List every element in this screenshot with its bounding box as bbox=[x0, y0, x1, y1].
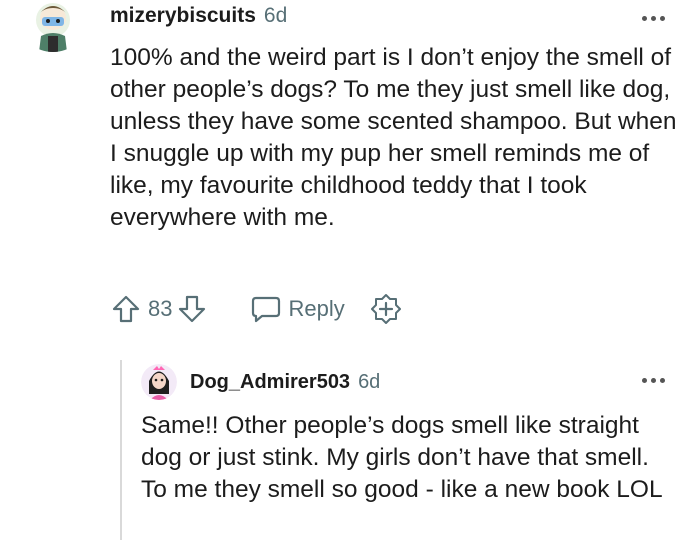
reply-more-options-icon[interactable] bbox=[642, 378, 665, 383]
avatar[interactable] bbox=[22, 0, 84, 52]
comment-age: 6d bbox=[263, 4, 288, 27]
upvote-arrow-icon bbox=[112, 295, 140, 323]
downvote-button[interactable] bbox=[178, 294, 206, 324]
reply-user-avatar-icon bbox=[141, 364, 177, 400]
vote-score: 83 bbox=[148, 296, 173, 321]
thread-line[interactable] bbox=[120, 360, 122, 540]
upvote-button[interactable] bbox=[112, 294, 140, 324]
reply-age: 6d bbox=[358, 371, 381, 393]
comment-body: 100% and the weird part is I don’t enjoy… bbox=[110, 44, 677, 231]
award-button[interactable] bbox=[369, 292, 403, 326]
comment-actions: 83 Reply bbox=[112, 292, 403, 326]
user-avatar-icon bbox=[36, 3, 70, 52]
comment-username[interactable]: mizerybiscuits bbox=[110, 4, 256, 28]
reply-body: Same!! Other people’s dogs smell like st… bbox=[141, 412, 663, 503]
speech-bubble-icon bbox=[252, 296, 281, 323]
downvote-arrow-icon bbox=[179, 295, 206, 323]
reply-label: Reply bbox=[288, 296, 345, 321]
award-plus-icon bbox=[370, 294, 401, 324]
reply-username[interactable]: Dog_Admirer503 bbox=[190, 371, 350, 394]
reply-avatar[interactable] bbox=[141, 364, 177, 400]
reply-button[interactable]: Reply bbox=[250, 294, 345, 324]
more-options-icon[interactable] bbox=[642, 16, 665, 21]
